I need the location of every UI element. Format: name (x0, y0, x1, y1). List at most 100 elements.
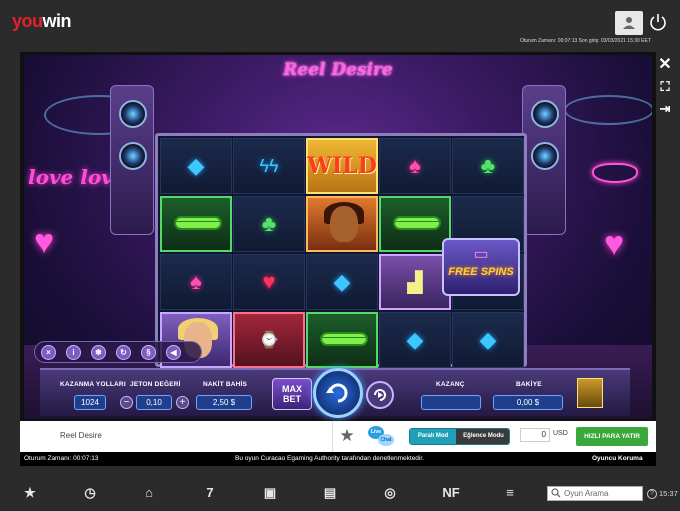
sunglasses-icon (174, 216, 222, 230)
wild-symbol: WILD (307, 153, 377, 179)
ways-value: 1024 (74, 395, 106, 410)
boombox-icon: ▭ (473, 246, 489, 263)
speaker-cone-icon (531, 142, 559, 170)
speaker-right (522, 85, 566, 235)
settings-button[interactable]: ✱ (91, 345, 106, 360)
recent-clock-icon[interactable]: ◷ (82, 485, 98, 501)
info-button[interactable]: i (66, 345, 81, 360)
cash-bet-value: 2,50 $ (196, 395, 252, 410)
close-game-icon[interactable]: ✕ (656, 56, 674, 74)
reel-cell: ◆ (452, 312, 524, 368)
user-icon (623, 17, 635, 29)
game-search-input[interactable]: Oyun Arama (547, 486, 643, 501)
gem-icon: ◆ (333, 269, 351, 294)
status-bar: Oturum Zamanı: 00:07:13 Bu oyun Curacao … (20, 452, 656, 466)
power-icon (650, 14, 666, 31)
divider (332, 421, 333, 452)
cards-icon[interactable]: ▣ (262, 485, 278, 501)
bet-value-display: 0,10 (136, 395, 172, 410)
ways-label: KAZANMA YOLLARI (60, 381, 126, 388)
logout-button[interactable] (649, 13, 667, 31)
bet-value-label: JETON DEĞERİ (130, 381, 181, 388)
sunglasses-icon (393, 216, 441, 230)
autoplay-button[interactable] (366, 381, 394, 409)
watch-icon: ⌚ (259, 332, 279, 349)
win-value (421, 395, 481, 410)
live-chat-bubble-icon: Chat (378, 434, 394, 446)
sunglasses-bar (176, 221, 220, 222)
reel-cell: ♥ (233, 254, 305, 310)
free-spins-label: FREE SPINS (448, 266, 514, 278)
reel-cell-glasses (379, 196, 451, 252)
sunglasses-bar (322, 337, 366, 338)
game-canvas[interactable]: love love ♥ ♥ Reel Desire ◆ ϟϟ WILD ♠ ♣ … (24, 55, 652, 419)
fun-mode-button[interactable]: Eğlence Modu (456, 429, 509, 444)
slots-777-icon[interactable]: 7 (202, 485, 218, 501)
reel-cell-wild: WILD (306, 138, 378, 194)
menu-icon[interactable]: ≡ (502, 485, 518, 501)
gem-icon: ◆ (406, 327, 424, 352)
brand-logo[interactable]: youwin (12, 11, 72, 32)
neon-heart-right-icon: ♥ (604, 225, 625, 263)
reel-cell: ♣ (233, 196, 305, 252)
cash-bet-label: NAKİT BAHİS (203, 381, 248, 388)
help-icon[interactable]: ? (647, 489, 657, 499)
neon-heart-left-icon: ♥ (34, 223, 55, 261)
quick-deposit-button[interactable]: HIZLI PARA YATIR (576, 427, 648, 446)
history-button[interactable]: ↻ (116, 345, 131, 360)
reel-cell-glasses (306, 312, 378, 368)
free-spins-symbol: ▭ FREE SPINS (442, 238, 520, 296)
casino-page: youwin Oturum Zamanı: 00:07:13 Son giriş… (0, 0, 680, 511)
game-logo: Reel Desire (266, 60, 410, 102)
spin-icon (326, 383, 348, 403)
table-games-icon[interactable]: ▤ (322, 485, 338, 501)
autoplay-icon (374, 389, 386, 401)
balance-label: BAKİYE (516, 381, 542, 388)
game-tools-bar: × i ✱ ↻ § ◀ (34, 341, 202, 363)
favorites-star-icon[interactable]: ★ (22, 485, 38, 501)
currency-label: USD (553, 430, 568, 437)
speaker-cone-icon (119, 142, 147, 170)
reel-cell: ◆ (160, 138, 232, 194)
reel-cell-watch: ⌚ (233, 312, 305, 368)
bet-increase-button[interactable]: + (176, 396, 189, 409)
popular-flame-icon[interactable]: ⌂ (141, 485, 157, 501)
live-casino-icon[interactable]: ◎ (382, 485, 398, 501)
reel-cell: ♠ (379, 138, 451, 194)
close-tools-button[interactable]: × (41, 345, 56, 360)
license-text: Bu oyun Curacao Egaming Authority tarafı… (235, 455, 424, 462)
sneaker-icon: ▟ (407, 271, 423, 294)
game-name-label: Reel Desire (60, 431, 102, 440)
favorite-star-icon[interactable]: ★ (338, 427, 356, 445)
woman-portrait-icon (330, 206, 358, 242)
spade-icon: ♠ (409, 153, 421, 178)
live-chat-button[interactable]: Live Chat (368, 426, 394, 448)
nf-provider-icon[interactable]: NF (440, 485, 462, 501)
rules-button[interactable]: § (141, 345, 156, 360)
heart-icon: ♥ (262, 269, 276, 294)
game-title: Reel Desire (283, 60, 393, 80)
fullscreen-icon[interactable]: ⛶ (656, 78, 674, 96)
user-account-button[interactable] (615, 11, 643, 35)
real-mode-button[interactable]: Paralı Mod (410, 429, 456, 444)
reel-cell-woman (306, 196, 378, 252)
club-icon: ♣ (261, 211, 277, 236)
gem-icon: ◆ (187, 153, 205, 178)
neon-lips-icon (592, 163, 638, 183)
neon-arc-right (564, 95, 652, 125)
reel-cell: ♣ (452, 138, 524, 194)
bet-decrease-button[interactable]: − (120, 396, 133, 409)
max-bet-button[interactable]: MAX BET (272, 378, 312, 410)
sound-button[interactable]: ◀ (166, 345, 181, 360)
speaker-cone-icon (531, 100, 559, 128)
lightning-icon: ϟϟ (259, 155, 279, 176)
player-protection-link[interactable]: Oyuncu Koruma (592, 455, 643, 462)
spin-button[interactable] (313, 368, 363, 418)
mode-toggle[interactable]: Paralı Mod Eğlence Modu (409, 428, 510, 445)
session-info: Oturum Zamanı: 00:07:13 Son giriş: 03/03… (520, 38, 651, 44)
game-logo-button[interactable] (577, 378, 603, 408)
reel-cell: ◆ (306, 254, 378, 310)
exit-icon[interactable]: ⇥ (656, 100, 674, 118)
sunglasses-icon (320, 332, 368, 346)
frame-controls: ✕ ⛶ ⇥ (654, 56, 676, 126)
